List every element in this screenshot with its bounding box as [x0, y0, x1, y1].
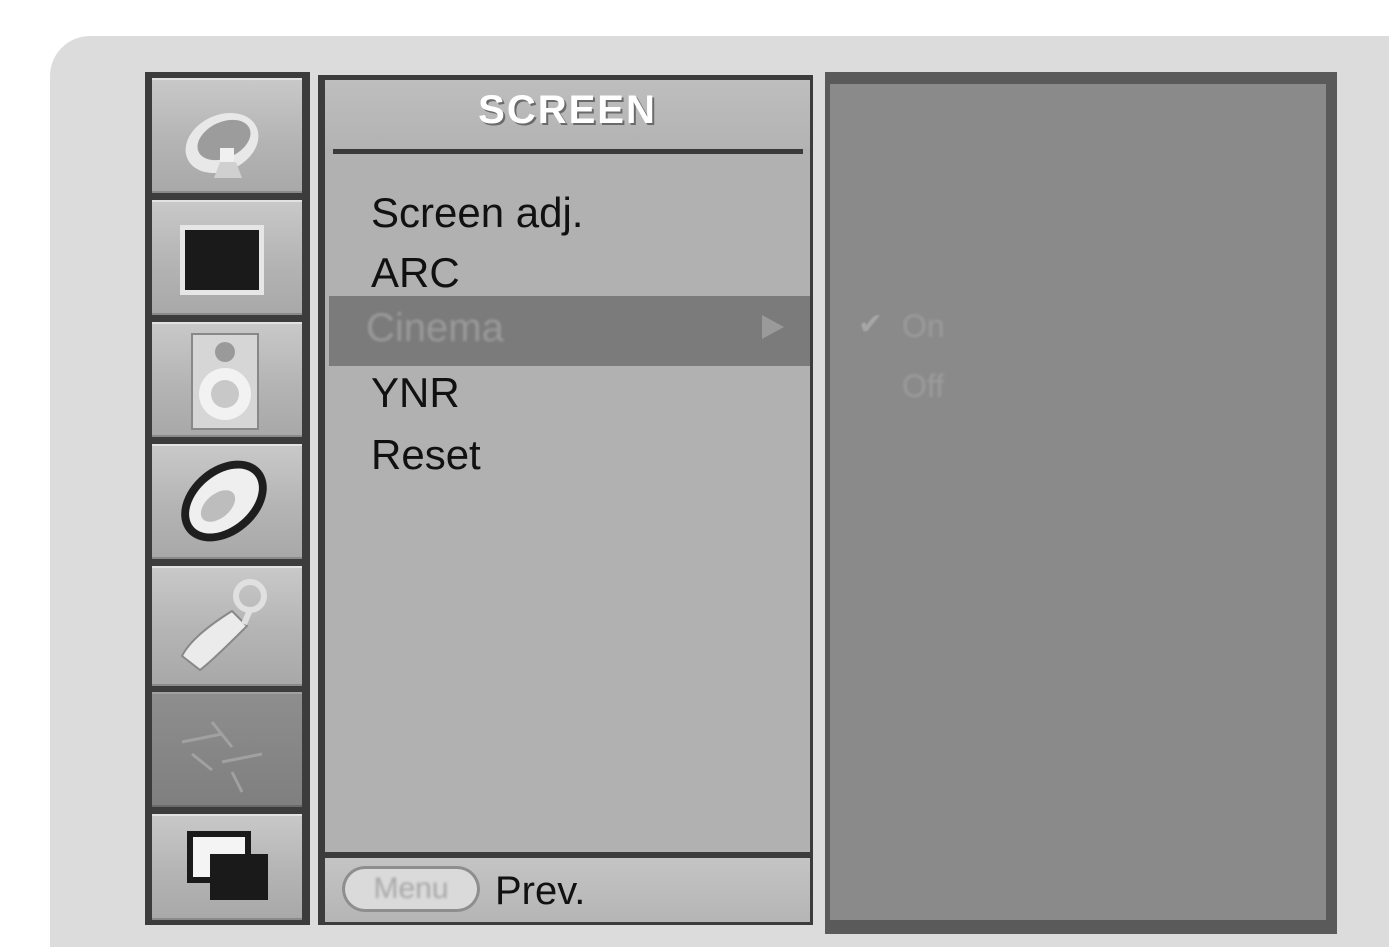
submenu-body — [830, 84, 1326, 920]
submenu-arrow-icon — [762, 315, 784, 339]
menu-item-reset[interactable]: Reset — [371, 434, 481, 476]
submenu-option-on[interactable]: On — [902, 310, 945, 342]
menu-button-label: Menu — [373, 872, 449, 905]
tv-osd-screen: SCREEN Screen adj. ARC Cinema YNR Reset … — [0, 0, 1389, 947]
category-station[interactable] — [152, 78, 302, 193]
category-sound[interactable] — [152, 322, 302, 437]
sound-icon — [191, 333, 259, 430]
menu-item-ynr[interactable]: YNR — [371, 372, 460, 414]
screen-icon — [181, 721, 263, 793]
pip-icon — [187, 831, 268, 900]
menu-item-cinema-label: Cinema — [366, 306, 504, 350]
picture-icon — [180, 225, 264, 295]
menu-item-screen-adj[interactable]: Screen adj. — [371, 192, 583, 234]
station-icon — [185, 112, 259, 178]
header-divider — [333, 149, 803, 154]
category-special[interactable] — [152, 566, 302, 686]
category-pip[interactable] — [152, 814, 302, 920]
menu-item-arc[interactable]: ARC — [371, 252, 460, 294]
prev-hint: Prev. — [495, 869, 586, 913]
category-time[interactable] — [152, 444, 302, 559]
category-picture[interactable] — [152, 200, 302, 315]
submenu-option-off[interactable]: Off — [902, 370, 944, 402]
checkmark-icon: ✔ — [858, 308, 884, 341]
category-screen[interactable] — [152, 692, 302, 807]
menu-title: SCREEN — [478, 88, 657, 132]
time-icon — [181, 460, 267, 542]
special-icon — [180, 579, 267, 672]
